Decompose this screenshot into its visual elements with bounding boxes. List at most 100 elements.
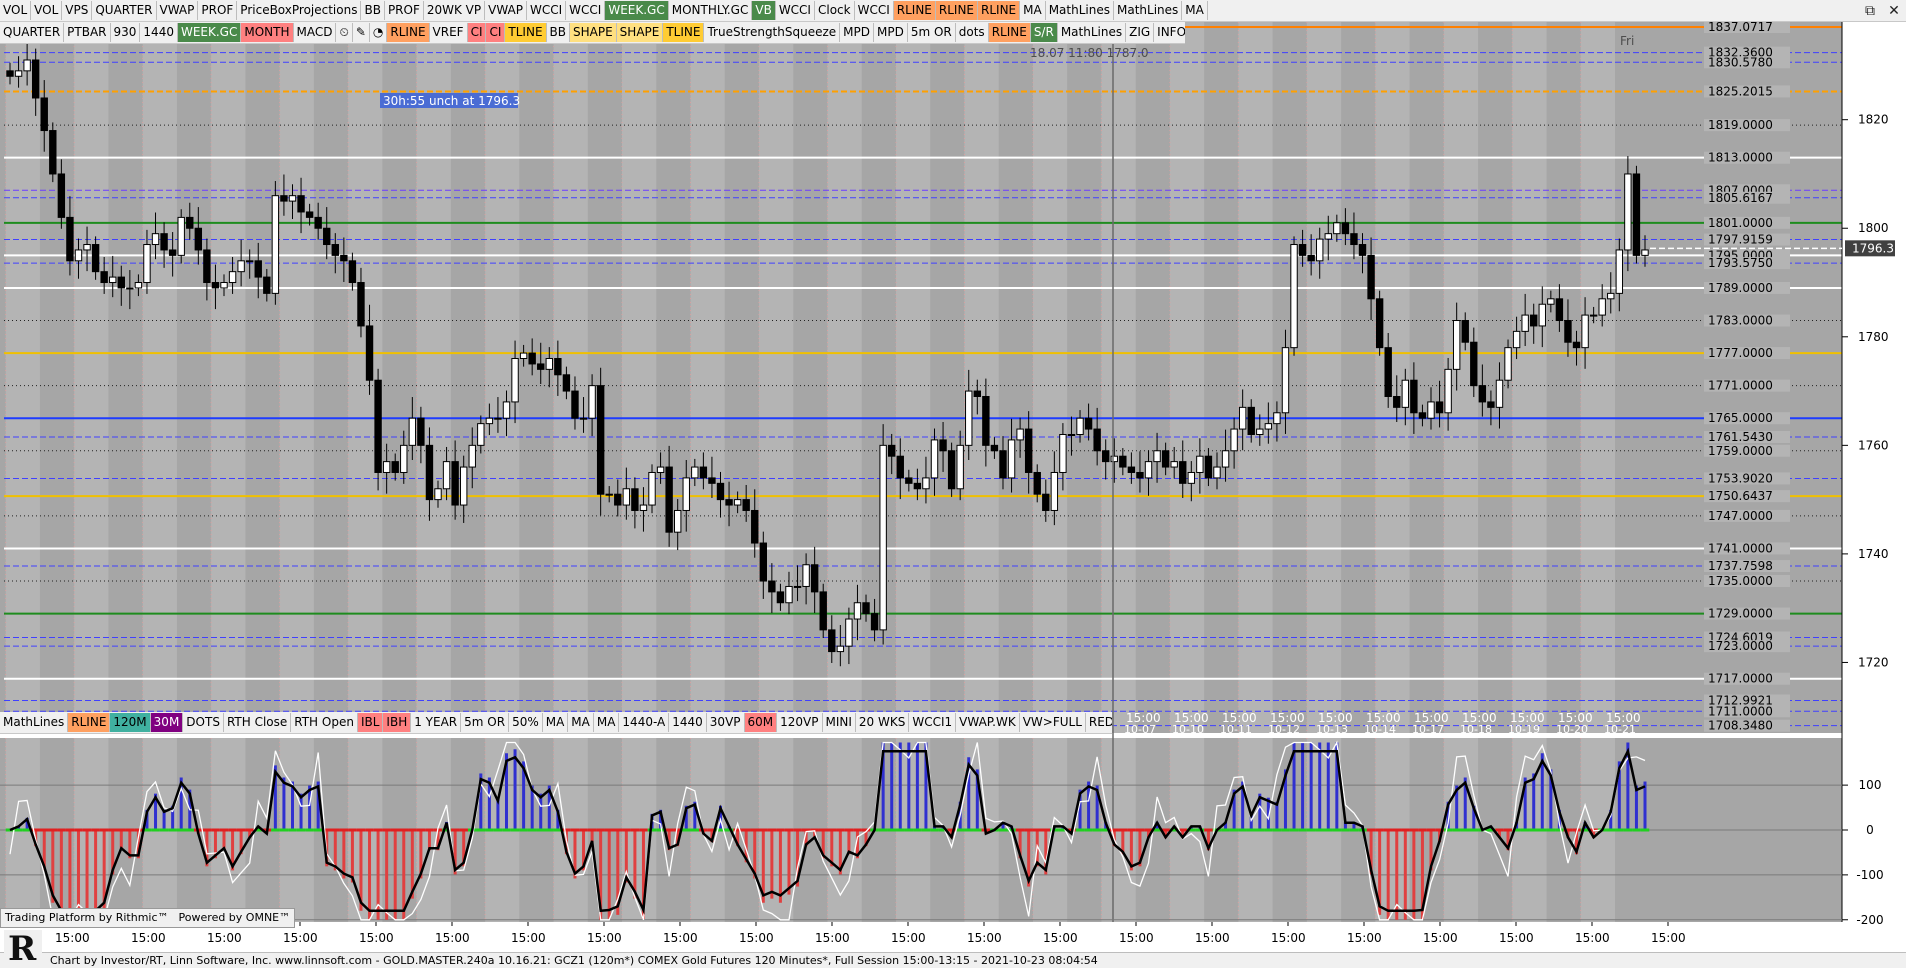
toolbar-button[interactable]: dots	[956, 23, 989, 42]
candle-body	[682, 477, 690, 511]
candle-body	[519, 352, 528, 360]
toolbar-button[interactable]: QUARTER	[92, 1, 157, 20]
toolbar-button[interactable]: RLINE	[988, 23, 1031, 42]
toolbar-button[interactable]: MINI	[823, 713, 856, 732]
toolbar-button[interactable]: MA	[1020, 1, 1046, 20]
toolbar-button[interactable]: MPD	[874, 23, 908, 42]
toolbar-button[interactable]: 1 YEAR	[411, 713, 462, 732]
toolbar-button[interactable]: ⏲	[336, 23, 353, 42]
toolbar-button[interactable]: 120M	[110, 713, 151, 732]
toolbar-button[interactable]: ◔	[370, 23, 388, 42]
toolbar-button[interactable]: PROF	[385, 1, 424, 20]
toolbar-button[interactable]: WCCI	[776, 1, 815, 20]
toolbar-button[interactable]: VWAP	[157, 1, 199, 20]
candle-body	[357, 282, 365, 327]
toolbar-button[interactable]: PROF	[198, 1, 238, 20]
toolbar-button[interactable]: QUARTER	[0, 23, 65, 42]
time-axis-label: 15:00	[131, 931, 166, 945]
toolbar-button[interactable]: RLINE	[387, 23, 430, 42]
toolbar-button[interactable]: CI	[467, 23, 487, 42]
toolbar-button[interactable]: MathLines	[0, 713, 69, 732]
candle-body	[1007, 439, 1016, 479]
toolbar-button[interactable]: VREF	[430, 23, 468, 42]
toolbar-button[interactable]: MPD	[840, 23, 874, 42]
toolbar-button[interactable]: RLINE	[893, 1, 936, 20]
candle-body	[1213, 466, 1221, 479]
toolbar-button[interactable]: WCCI	[566, 1, 606, 20]
close-window-icon[interactable]: ✕	[1882, 3, 1906, 19]
candle-body	[725, 499, 733, 506]
toolbar-button[interactable]: INFO	[1154, 23, 1185, 42]
toolbar-button[interactable]: PTBAR	[64, 23, 111, 42]
toolbar-button[interactable]: DOTS	[183, 713, 224, 732]
toolbar-button[interactable]: 120VP	[777, 713, 823, 732]
toolbar-button[interactable]: MA	[594, 713, 620, 732]
toolbar-button[interactable]: BB	[361, 1, 385, 20]
candle-body	[1316, 238, 1324, 262]
toolbar-button[interactable]: WEEK.GC	[177, 23, 242, 42]
toolbar-button[interactable]: 5m OR	[461, 713, 510, 732]
toolbar-button[interactable]: TLINE	[663, 23, 705, 42]
toolbar-button[interactable]: VOL	[0, 1, 32, 20]
toolbar-button[interactable]: VW>FULL	[1020, 713, 1086, 732]
toolbar-button[interactable]: RLINE	[935, 1, 979, 20]
toolbar-button[interactable]: 1440-A	[619, 713, 670, 732]
restore-window-icon[interactable]: ⧉	[1858, 3, 1882, 19]
toolbar-button[interactable]: ZIG	[1126, 23, 1155, 42]
toolbar-button[interactable]: IBH	[383, 713, 412, 732]
toolbar-button[interactable]: MONTHLY.GC	[669, 1, 753, 20]
toolbar-button[interactable]: PriceBoxProjections	[237, 1, 362, 20]
toolbar-button[interactable]: VWAP	[485, 1, 527, 20]
toolbar-button[interactable]: WEEK.GC	[605, 1, 669, 20]
toolbar-button[interactable]: S/R	[1030, 23, 1058, 42]
toolbar-button[interactable]: RLINE	[68, 713, 111, 732]
toolbar-button[interactable]: 5m OR	[908, 23, 956, 42]
toolbar-button[interactable]: MA	[1182, 1, 1208, 20]
toolbar-button[interactable]: MathLines	[1046, 1, 1114, 20]
toolbar-button[interactable]: SHAPE	[616, 23, 664, 42]
toolbar-button[interactable]: MathLines	[1058, 23, 1127, 42]
candle-body	[768, 580, 776, 593]
toolbar-button[interactable]: MathLines	[1114, 1, 1183, 20]
candle-body	[999, 450, 1007, 479]
toolbar-button[interactable]: CI	[486, 23, 506, 42]
toolbar-button[interactable]: MA	[568, 713, 594, 732]
toolbar-button[interactable]: MONTH	[241, 23, 294, 42]
toolbar-button[interactable]: IBL	[357, 713, 384, 732]
toolbar-button[interactable]: WCCI	[855, 1, 894, 20]
toolbar-button[interactable]: VPS	[62, 1, 93, 20]
candle-body	[186, 216, 194, 229]
toolbar-button[interactable]: 60M	[744, 713, 778, 732]
toolbar-button[interactable]: RED MURRAY	[1086, 713, 1112, 732]
toolbar-button[interactable]: RTH Close	[224, 713, 292, 732]
toolbar-button[interactable]: Clock	[815, 1, 855, 20]
price-chart[interactable]: 1837.07171832.36001830.57801825.20151819…	[0, 0, 1906, 952]
candle-body	[1607, 292, 1615, 300]
toolbar-button[interactable]: SHAPE	[570, 23, 617, 42]
toolbar-button[interactable]: MACD	[294, 23, 337, 42]
toolbar-button[interactable]: BB	[547, 23, 570, 42]
toolbar-button[interactable]: WCCI	[527, 1, 567, 20]
candle-body	[1144, 461, 1153, 479]
toolbar-button[interactable]: RTH Open	[291, 713, 358, 732]
toolbar-button[interactable]: VOL	[31, 1, 63, 20]
toolbar-button[interactable]: 1440	[669, 713, 707, 732]
toolbar-button[interactable]: WCCI1	[909, 713, 957, 732]
toolbar-button[interactable]: 1440	[140, 23, 178, 42]
toolbar-button[interactable]: VWAP.WK	[956, 713, 1020, 732]
toolbar-button[interactable]: RLINE	[978, 1, 1021, 20]
toolbar-button[interactable]: VB	[752, 1, 776, 20]
toolbar-button[interactable]: 50%	[509, 713, 543, 732]
toolbar-button[interactable]: MA	[543, 713, 569, 732]
toolbar-button[interactable]: TrueStrengthSqueeze	[704, 23, 841, 42]
toolbar-button[interactable]: 30VP	[707, 713, 745, 732]
toolbar-button[interactable]: ✎	[353, 23, 370, 42]
toolbar-button[interactable]: 20WK VP	[424, 1, 486, 20]
toolbar-button[interactable]: 20 WKS	[856, 713, 910, 732]
toolbar-button[interactable]: 30M	[150, 713, 184, 732]
session-shade	[827, 22, 862, 733]
candle-body	[1452, 320, 1461, 370]
toolbar-button[interactable]: 930	[111, 23, 141, 42]
date-label: 10-18	[1460, 723, 1492, 736]
toolbar-button[interactable]: TLINE	[505, 23, 547, 42]
